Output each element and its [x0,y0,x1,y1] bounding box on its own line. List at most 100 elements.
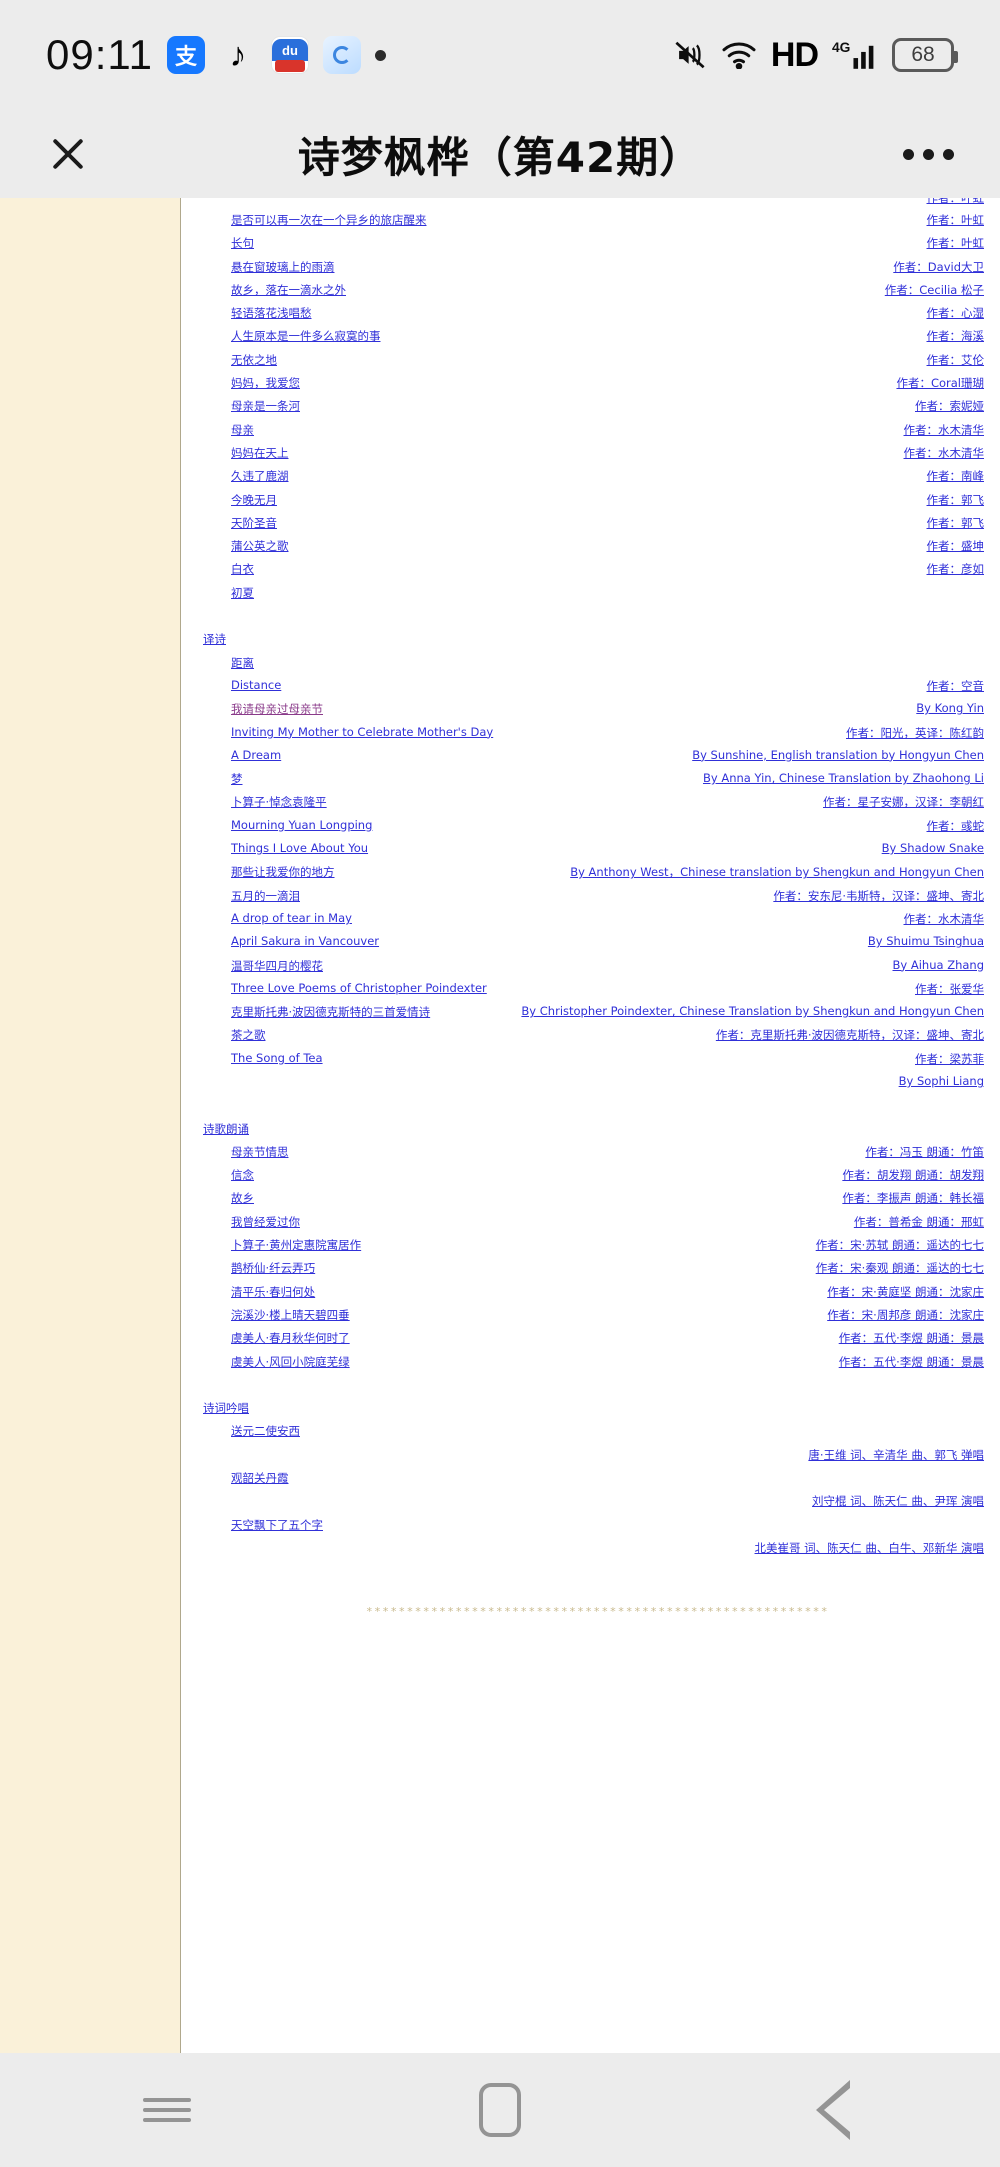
author-link[interactable]: 作者：宋·秦观 朗通：遥达的七七 [816,1260,984,1276]
author-link[interactable]: 作者：五代·李煜 朗通：景晨 [839,1354,984,1370]
author-link[interactable]: By Shadow Snake [882,841,984,855]
poem-title-link[interactable]: The Song of Tea [231,1051,323,1065]
poem-title-link[interactable]: Things I Love About You [231,841,368,855]
author-link[interactable]: 作者：Coral珊瑚 [896,375,984,391]
poem-title-link[interactable]: A Dream [231,748,281,762]
back-icon[interactable] [773,2075,893,2145]
author-link[interactable]: 作者：李振声 朗通：韩长福 [842,1190,984,1206]
author-link[interactable]: 作者：张爱华 [915,981,984,997]
poem-title-link[interactable]: 无依之地 [231,352,277,368]
poem-title-link[interactable]: 是否可以再一次在一个异乡的旅店醒来 [231,212,427,228]
poem-title-link[interactable]: 鹊桥仙·纤云弄巧 [231,1260,315,1276]
author-link[interactable]: By Anna Yin, Chinese Translation by Zhao… [703,771,984,785]
poem-title-link[interactable]: 温哥华四月的樱花 [231,958,323,974]
poem-title-link[interactable]: 信念 [231,1167,254,1183]
poem-title-link[interactable]: 浣溪沙·楼上晴天碧四垂 [231,1307,350,1323]
poem-title-link[interactable]: 虞美人·春月秋华何时了 [231,1330,350,1346]
author-link[interactable]: 作者：宋·苏轼 朗通：遥达的七七 [816,1237,984,1253]
poem-title-link[interactable]: 白衣 [231,561,254,577]
author-link[interactable]: 作者：彦如 [927,561,985,577]
author-link[interactable]: By Christopher Poindexter, Chinese Trans… [521,1004,984,1018]
poem-title-link[interactable]: 妈妈，我爱您 [231,375,300,391]
menu-icon[interactable] [107,2075,227,2145]
poem-title-link[interactable]: 我请母亲过母亲节 [231,701,323,717]
author-link[interactable]: By Anthony West，Chinese translation by S… [570,864,984,880]
poem-title-link[interactable]: 悬在窗玻璃上的雨滴 [231,259,335,275]
poem-title-link[interactable]: 母亲 [231,422,254,438]
author-link[interactable]: 作者：宋·黄庭坚 朗通：沈家庄 [827,1284,984,1300]
more-options-icon[interactable] [903,148,954,160]
author-link[interactable]: By Aihua Zhang [893,958,985,972]
author-link[interactable]: 作者：David大卫 [893,259,984,275]
author-link[interactable]: 作者：水木清华 [904,445,985,461]
poem-title-link[interactable]: 长句 [231,235,254,251]
author-link[interactable]: 作者：海溪 [927,328,985,344]
author-link[interactable]: By Sunshine, English translation by Hong… [692,748,984,762]
author-link[interactable]: 作者：普希金 朗通：邢虹 [854,1214,984,1230]
poem-title-link[interactable]: 五月的一滴泪 [231,888,300,904]
author-link[interactable]: 作者：安东尼·韦斯特，汉译：盛坤、寄北 [773,888,984,904]
poem-title-link[interactable]: 蒲公英之歌 [231,538,289,554]
poem-title-link[interactable]: 天阶圣音 [231,515,277,531]
section-heading[interactable]: 诗歌朗诵 [203,1121,249,1137]
author-link[interactable]: 作者：艾伦 [927,352,985,368]
author-link[interactable]: 作者：星子安娜，汉译：李朝红 [823,794,984,810]
author-link[interactable]: 作者：宋·周邦彦 朗通：沈家庄 [827,1307,984,1323]
poem-title-link[interactable]: 久违了鹿湖 [231,468,289,484]
author-link[interactable]: 作者：心湿 [927,305,985,321]
poem-title-link[interactable]: 观韶关丹霞 [231,1470,289,1486]
author-link[interactable]: 北美崔哥 词、陈天仁 曲、白牛、邓新华 演唱 [755,1540,984,1556]
poem-title-link[interactable]: April Sakura in Vancouver [231,934,379,948]
author-link[interactable]: By Kong Yin [916,701,984,715]
poem-title-link[interactable]: 轻语落花浅唱愁 [231,305,312,321]
poem-title-link[interactable]: Inviting My Mother to Celebrate Mother's… [231,725,493,739]
author-link[interactable]: 作者：水木清华 [904,422,985,438]
author-link[interactable]: 作者：郭飞 [927,492,985,508]
poem-title-link[interactable]: Distance [231,678,281,692]
poem-title-link[interactable]: 送元二使安西 [231,1423,300,1439]
poem-title-link[interactable]: 故乡 [231,1190,254,1206]
poem-title-link[interactable]: 今晚无月 [231,492,277,508]
poem-title-link[interactable]: 梦 [231,771,243,787]
poem-title-link[interactable]: 清平乐·春归何处 [231,1284,315,1300]
author-link[interactable]: By Sophi Liang [899,1074,984,1088]
poem-title-link[interactable]: 茶之歌 [231,1027,266,1043]
poem-title-link[interactable]: 人生原本是一件多么寂寞的事 [231,328,381,344]
poem-title-link[interactable]: A drop of tear in May [231,911,352,925]
author-link[interactable]: 作者：梁苏菲 [915,1051,984,1067]
poem-title-link[interactable]: 距离 [231,655,254,671]
author-link[interactable]: 作者：叶虹 [927,198,985,206]
author-link[interactable]: 作者：盛坤 [927,538,985,554]
author-link[interactable]: 作者：叶虹 [927,235,985,251]
author-link[interactable]: 作者：彧蛇 [927,818,985,834]
author-link[interactable]: By Shuimu Tsinghua [868,934,984,948]
poem-title-link[interactable]: 卜算子·黄州定惠院寓居作 [231,1237,361,1253]
author-link[interactable]: 作者：郭飞 [927,515,985,531]
author-link[interactable]: 作者：冯玉 朗通：竹笛 [865,1144,984,1160]
poem-title-link[interactable]: Mourning Yuan Longping [231,818,372,832]
author-link[interactable]: 作者：克里斯托弗·波因德克斯特，汉译：盛坤、寄北 [716,1027,984,1043]
poem-title-link[interactable]: 那些让我爱你的地方 [231,864,335,880]
article-webview[interactable]: 作者：叶虹 是否可以再一次在一个异乡的旅店醒来 作者：叶虹 长句 作者：叶虹 悬在窗玻璃上… [0,198,1000,2053]
poem-title-link[interactable]: 初夏 [231,585,254,601]
author-link[interactable]: 作者：叶虹 [927,212,985,228]
poem-title-link[interactable]: 我曾经爱过你 [231,1214,300,1230]
poem-title-link[interactable]: 卜算子·悼念袁隆平 [231,794,327,810]
poem-title-link[interactable]: Three Love Poems of Christopher Poindext… [231,981,487,995]
poem-title-link[interactable]: 妈妈在天上 [231,445,289,461]
author-link[interactable]: 刘守棍 词、陈天仁 曲、尹珲 演唱 [812,1493,984,1509]
author-link[interactable]: 作者：水木清华 [904,911,985,927]
author-link[interactable]: 作者：空音 [927,678,985,694]
author-link[interactable]: 作者：索妮娅 [915,398,984,414]
poem-title-link[interactable]: 克里斯托弗·波因德克斯特的三首爱情诗 [231,1004,430,1020]
section-heading[interactable]: 诗词吟唱 [203,1400,249,1416]
author-link[interactable]: 作者：南峰 [927,468,985,484]
poem-title-link[interactable]: 天空飘下了五个字 [231,1517,323,1533]
author-link[interactable]: 唐·王维 词、辛清华 曲、郭飞 弹唱 [808,1447,984,1463]
section-heading[interactable]: 译诗 [203,631,226,647]
author-link[interactable]: 作者：胡发翔 朗通：胡发翔 [842,1167,984,1183]
poem-title-link[interactable]: 母亲节情思 [231,1144,289,1160]
author-link[interactable]: 作者：阳光，英译：陈红韵 [846,725,984,741]
poem-title-link[interactable]: 虞美人·风回小院庭芜绿 [231,1354,350,1370]
poem-title-link[interactable]: 故乡，落在一滴水之外 [231,282,346,298]
